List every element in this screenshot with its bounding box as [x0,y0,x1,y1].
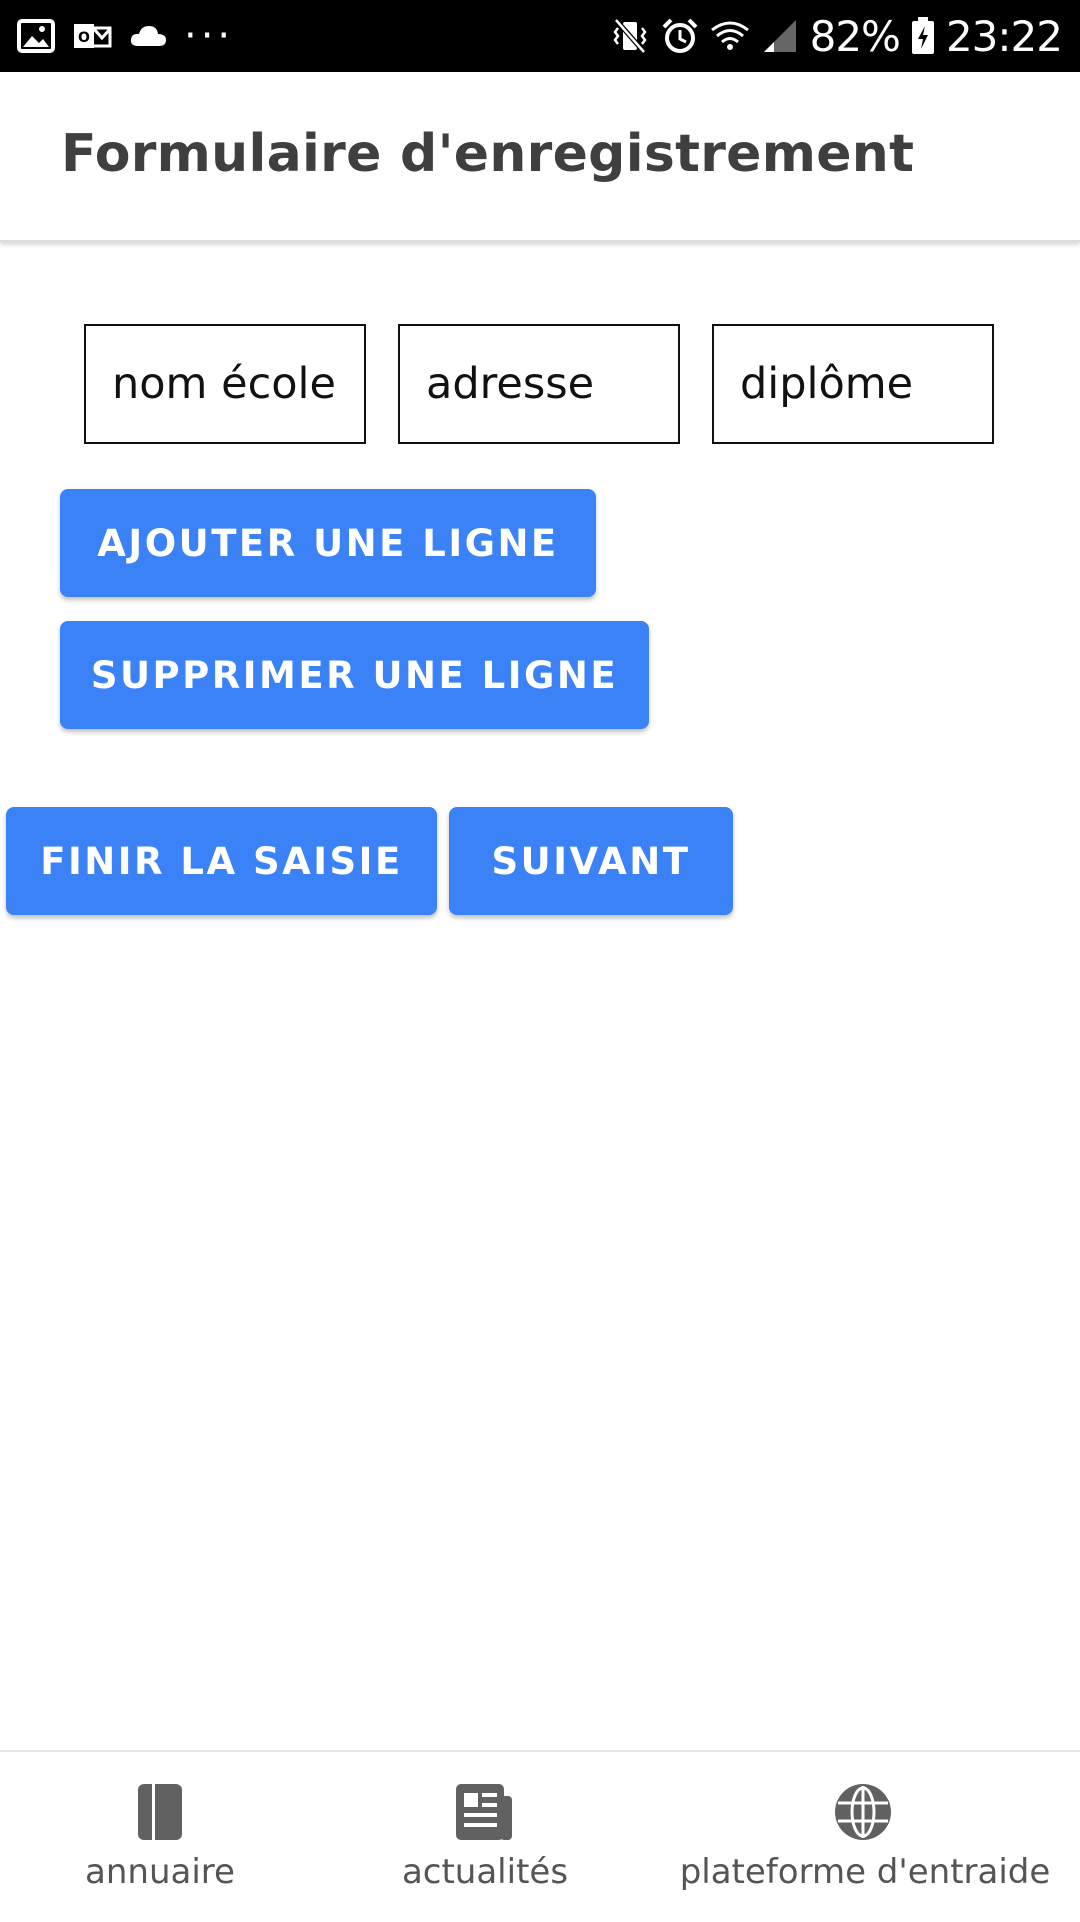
battery-charging-icon [911,17,934,54]
svg-text:O: O [78,30,90,46]
bottom-navigation: annuaire actualités plateforme d'entraid… [0,1750,1080,1922]
more-dots-icon: ··· [184,13,235,59]
nav-label-annuaire: annuaire [85,1852,235,1892]
remove-row-button[interactable]: SUPPRIMER UNE LIGNE [60,621,649,729]
nav-item-annuaire[interactable]: annuaire [0,1752,320,1922]
book-icon [138,1784,182,1840]
alarm-icon [662,18,698,53]
clock: 23:22 [945,11,1063,61]
vibrate-icon [613,18,647,54]
finish-entry-button[interactable]: FINIR LA SAISIE [6,807,437,915]
page-title: Formulaire d'enregistrement [61,124,915,184]
diploma-input[interactable] [712,324,994,444]
status-bar: O ··· 82% 23:22 [0,0,1080,72]
nav-label-plateforme: plateforme d'entraide [679,1852,1051,1892]
address-input[interactable] [398,324,680,444]
outlook-icon: O [74,24,112,48]
next-button[interactable]: SUIVANT [449,807,733,915]
remove-row-label: SUPPRIMER UNE LIGNE [90,653,619,697]
school-name-input[interactable] [84,324,366,444]
status-right-icons: 82% 23:22 [610,10,1063,62]
nav-item-actualites[interactable]: actualités [320,1752,650,1922]
next-label: SUIVANT [491,839,691,883]
battery-percent: 82% [809,11,901,61]
finish-entry-label: FINIR LA SAISIE [40,839,403,883]
newspaper-icon [456,1784,512,1840]
status-left-icons: O ··· [16,14,234,58]
signal-icon [763,20,796,52]
nav-label-actualites: actualités [401,1852,569,1892]
nav-item-plateforme[interactable]: plateforme d'entraide [650,1752,1080,1922]
cloud-icon [130,26,166,46]
app-bar: Formulaire d'enregistrement [0,72,1080,242]
gallery-icon [17,19,55,53]
add-row-button[interactable]: AJOUTER UNE LIGNE [60,489,596,597]
wifi-icon [710,21,749,50]
add-row-label: AJOUTER UNE LIGNE [97,521,559,565]
globe-icon [835,1784,891,1840]
